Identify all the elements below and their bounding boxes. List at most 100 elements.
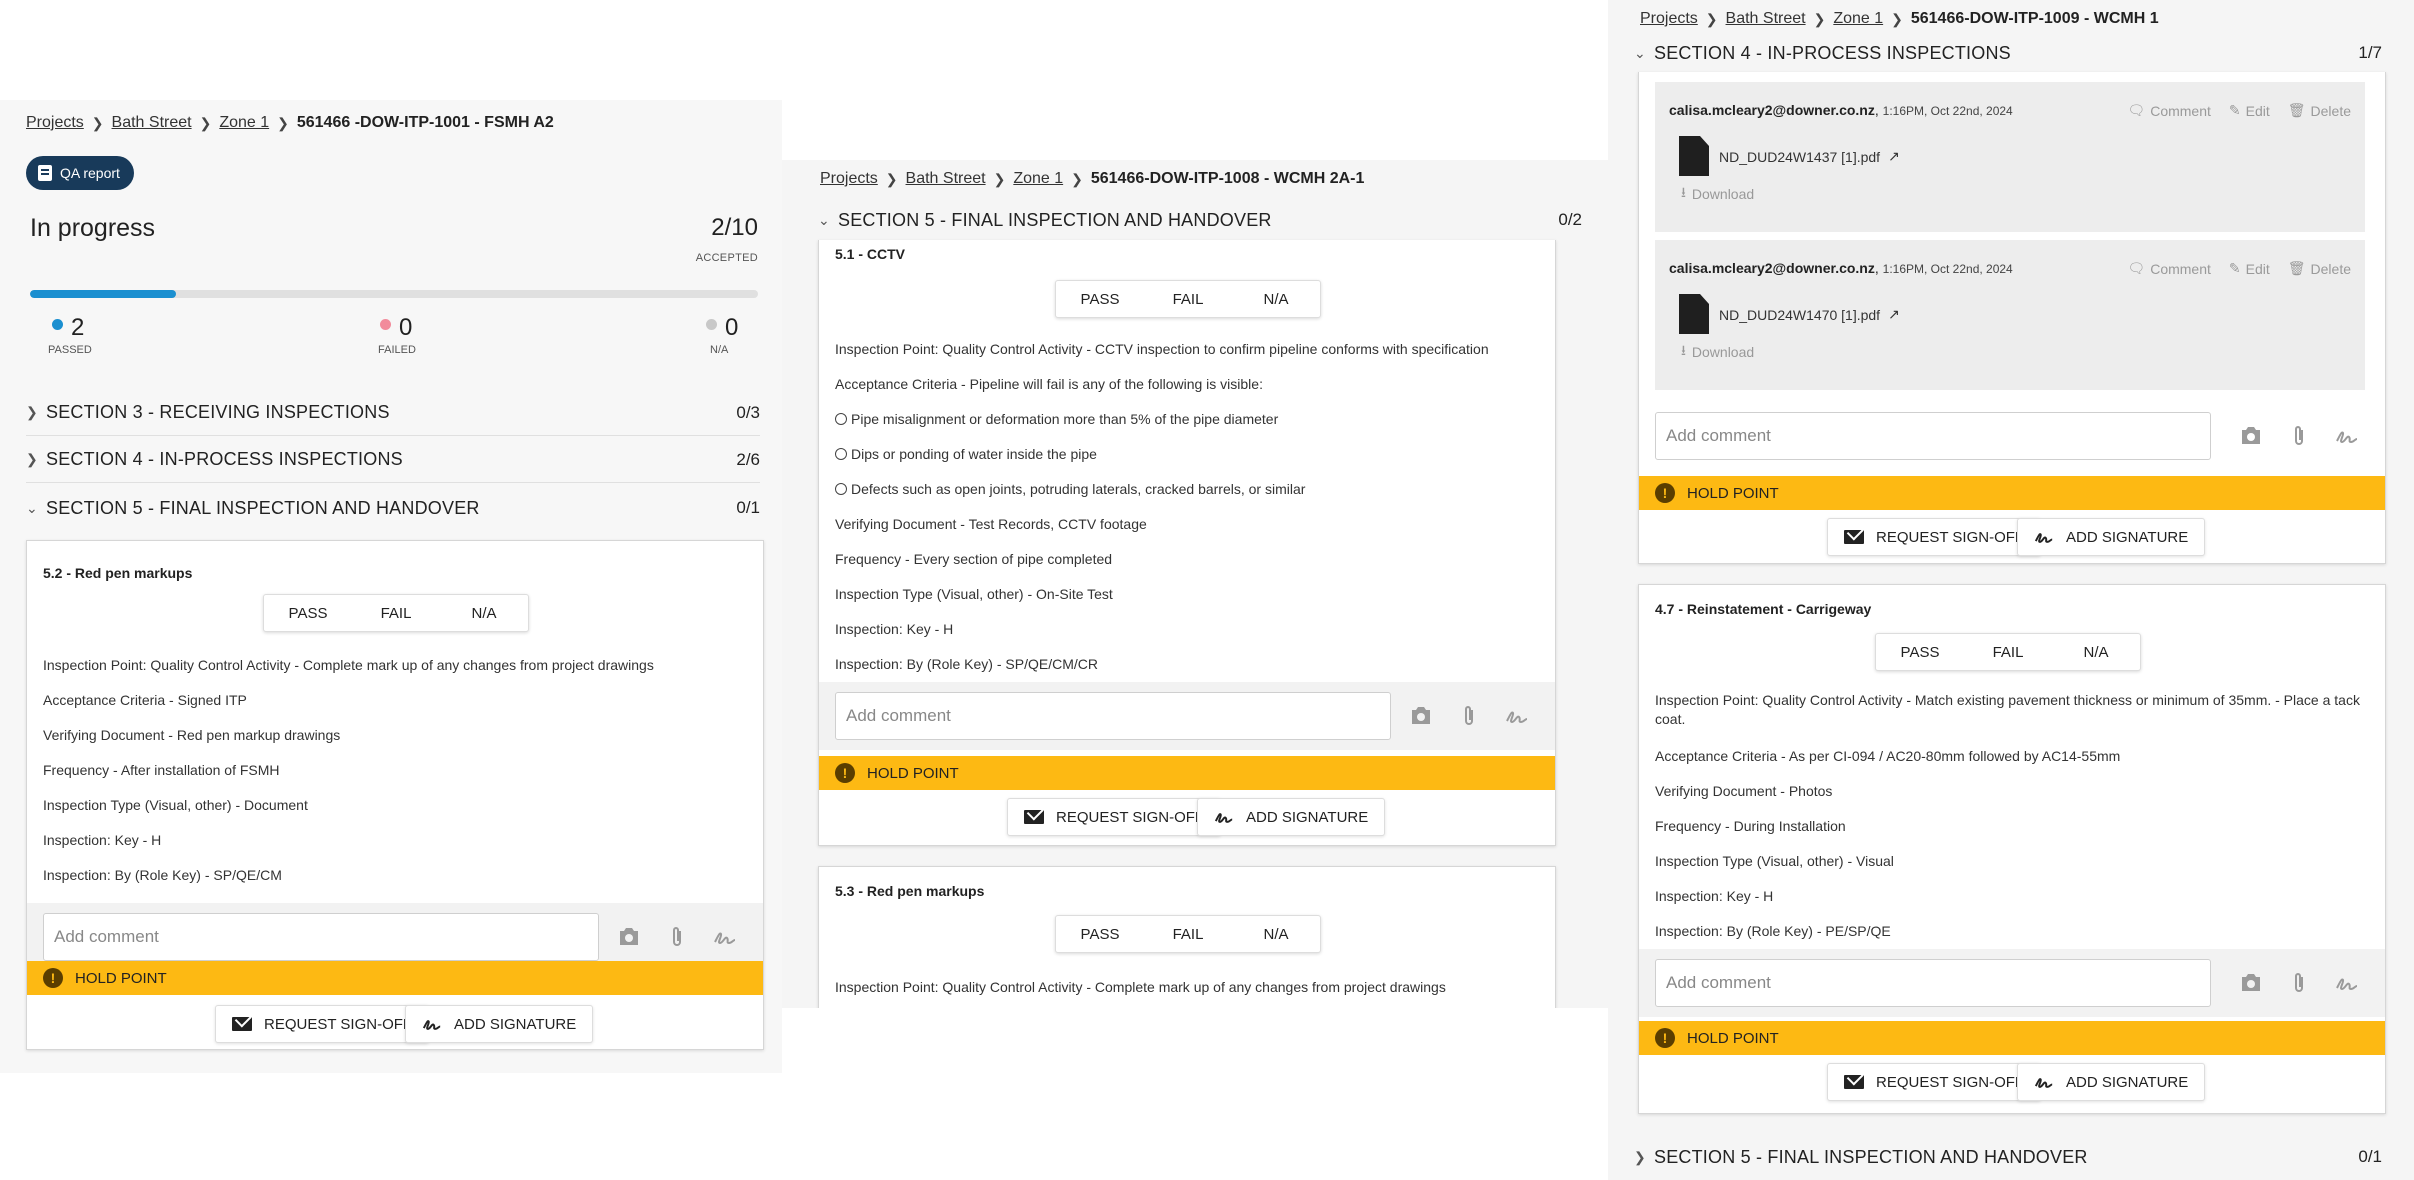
comment-action[interactable]: 🗨 Comment [2127, 102, 2210, 119]
section-4-row[interactable]: ⌄ SECTION 4 - IN-PROCESS INSPECTIONS 1/7 [1634, 36, 2382, 70]
section-title: SECTION 4 - IN-PROCESS INSPECTIONS [1654, 42, 2011, 63]
inspection-type: Inspection Type (Visual, other) - Visual [1655, 853, 1894, 869]
fail-option[interactable]: FAIL [352, 595, 440, 631]
fail-option[interactable]: FAIL [1144, 281, 1232, 317]
breadcrumb-site[interactable]: Bath Street [906, 170, 986, 188]
edit-action[interactable]: ✎ Edit [2229, 260, 2270, 277]
na-dot-icon [706, 318, 717, 330]
section-5-row[interactable]: ⌄ SECTION 5 - FINAL INSPECTION AND HANDO… [818, 202, 1582, 238]
criteria-text: Pipe misalignment or deformation more th… [851, 411, 1279, 427]
inspection-card-5-2: 5.2 - Red pen markups PASS FAIL N/A Insp… [26, 540, 764, 1050]
section-3-row[interactable]: ❯ SECTION 3 - RECEIVING INSPECTIONS 0/3 [26, 390, 760, 436]
download-link[interactable]: ⭳ Download [1681, 340, 1754, 364]
paperclip-icon[interactable] [2285, 969, 2313, 997]
na-option[interactable]: N/A [1232, 281, 1320, 317]
paperclip-icon[interactable] [2285, 422, 2313, 450]
pass-option[interactable]: PASS [1876, 634, 1964, 670]
comment-input[interactable]: Add comment [1655, 412, 2211, 460]
comment-input[interactable]: Add comment [43, 913, 599, 961]
inspection-type: Inspection Type (Visual, other) - On-Sit… [835, 586, 1113, 602]
request-signoff-button[interactable]: REQUEST SIGN-OFF [1827, 1063, 2042, 1101]
na-option[interactable]: N/A [2052, 634, 2140, 670]
request-signoff-button[interactable]: REQUEST SIGN-OFF [1827, 518, 2042, 556]
attachment-actions: 🗨 Comment ✎ Edit 🗑 Delete [2127, 102, 2351, 119]
breadcrumb-zone[interactable]: Zone 1 [1833, 10, 1883, 28]
add-signature-button[interactable]: ADD SIGNATURE [2017, 1063, 2206, 1101]
delete-icon: 🗑 [2287, 102, 2306, 118]
pass-option[interactable]: PASS [264, 595, 352, 631]
request-signoff-button[interactable]: REQUEST SIGN-OFF [215, 1005, 430, 1043]
section-4-row[interactable]: ❯ SECTION 4 - IN-PROCESS INSPECTIONS 2/6 [26, 437, 760, 483]
envelope-icon [1844, 1075, 1864, 1089]
qa-report-button[interactable]: QA report [26, 156, 134, 190]
add-signature-button[interactable]: ADD SIGNATURE [1197, 798, 1386, 836]
section-count: 0/1 [2358, 1147, 2382, 1166]
section-5-row[interactable]: ⌄ SECTION 5 - FINAL INSPECTION AND HANDO… [26, 485, 760, 531]
comment-area: Add comment [819, 682, 1555, 750]
comment-input[interactable]: Add comment [835, 692, 1391, 740]
hold-point-bar: ! HOLD POINT [819, 756, 1555, 790]
frequency: Frequency - Every section of pipe comple… [835, 551, 1113, 567]
delete-action[interactable]: 🗑 Delete [2288, 260, 2351, 277]
signature-icon[interactable] [2333, 422, 2361, 450]
inspection-card-4-7: 4.7 - Reinstatement - Carrigeway PASS FA… [1638, 584, 2386, 1114]
camera-icon[interactable] [615, 923, 643, 951]
paperclip-icon[interactable] [663, 923, 691, 951]
breadcrumb-current: 561466-DOW-ITP-1009 - WCMH 1 [1910, 10, 2159, 27]
file-link[interactable]: ND_DUD24W1437 [1].pdf ↗ [1719, 148, 1900, 165]
add-signature-button[interactable]: ADD SIGNATURE [2017, 518, 2206, 556]
breadcrumb-projects[interactable]: Projects [820, 170, 878, 188]
frequency: Frequency - During Installation [1655, 818, 1846, 834]
request-signoff-button[interactable]: REQUEST SIGN-OFF [1007, 798, 1222, 836]
pass-option[interactable]: PASS [1056, 916, 1144, 952]
report-icon [38, 165, 52, 181]
attachment-author: calisa.mcleary2@downer.co.nz, 1:16PM, Oc… [1669, 260, 2013, 276]
hold-point-label: HOLD POINT [867, 764, 959, 782]
verifying-document: Verifying Document - Test Records, CCTV … [835, 516, 1147, 532]
chevron-down-icon: ⌄ [818, 211, 830, 228]
comment-action[interactable]: 🗨 Comment [2127, 260, 2210, 277]
signature-icon [1214, 813, 1233, 823]
chevron-right-icon: ❯ [1813, 10, 1826, 27]
signature-icon[interactable] [2333, 969, 2361, 997]
na-option[interactable]: N/A [440, 595, 528, 631]
verifying-document: Verifying Document - Red pen markup draw… [43, 727, 341, 743]
chevron-right-icon: ❯ [885, 170, 898, 187]
signature-icon[interactable] [1503, 702, 1531, 730]
delete-icon: 🗑 [2287, 260, 2306, 276]
section-5-row[interactable]: ❯ SECTION 5 - FINAL INSPECTION AND HANDO… [1634, 1140, 2382, 1174]
delete-action[interactable]: 🗑 Delete [2288, 102, 2351, 119]
camera-icon[interactable] [2237, 422, 2265, 450]
add-signature-button[interactable]: ADD SIGNATURE [405, 1005, 594, 1043]
external-link-icon: ↗ [1888, 148, 1900, 164]
edit-action[interactable]: ✎ Edit [2229, 102, 2270, 119]
inspection-status: In progress [30, 214, 156, 242]
warning-icon: ! [1655, 483, 1675, 503]
signature-icon[interactable] [711, 923, 739, 951]
camera-icon[interactable] [1407, 702, 1435, 730]
breadcrumb-zone[interactable]: Zone 1 [1013, 170, 1063, 188]
breadcrumb-zone[interactable]: Zone 1 [219, 114, 269, 132]
na-option[interactable]: N/A [1232, 916, 1320, 952]
hold-point-bar: ! HOLD POINT [1639, 476, 2385, 510]
breadcrumb-projects[interactable]: Projects [1640, 10, 1698, 28]
section-count: 2/6 [736, 449, 760, 469]
fail-option[interactable]: FAIL [1144, 916, 1232, 952]
chevron-right-icon: ❯ [26, 404, 38, 420]
camera-icon[interactable] [2237, 969, 2265, 997]
author-email: calisa.mcleary2@downer.co.nz [1669, 102, 1875, 118]
pass-option[interactable]: PASS [1056, 281, 1144, 317]
na-label: N/A [710, 344, 729, 356]
breadcrumb-site[interactable]: Bath Street [1726, 10, 1806, 28]
hold-point-bar: ! HOLD POINT [1639, 1021, 2385, 1055]
comment-input[interactable]: Add comment [1655, 959, 2211, 1007]
breadcrumb-site[interactable]: Bath Street [112, 114, 192, 132]
download-link[interactable]: ⭳ Download [1681, 182, 1754, 206]
breadcrumb-projects[interactable]: Projects [26, 114, 84, 132]
paperclip-icon[interactable] [1455, 702, 1483, 730]
fail-option[interactable]: FAIL [1964, 634, 2052, 670]
section-title: SECTION 3 - RECEIVING INSPECTIONS [46, 402, 390, 422]
pass-fail-na-group: PASS FAIL N/A [1055, 915, 1321, 953]
file-link[interactable]: ND_DUD24W1470 [1].pdf ↗ [1719, 306, 1900, 323]
inspection-by: Inspection: By (Role Key) - SP/QE/CM/CR [835, 656, 1098, 672]
